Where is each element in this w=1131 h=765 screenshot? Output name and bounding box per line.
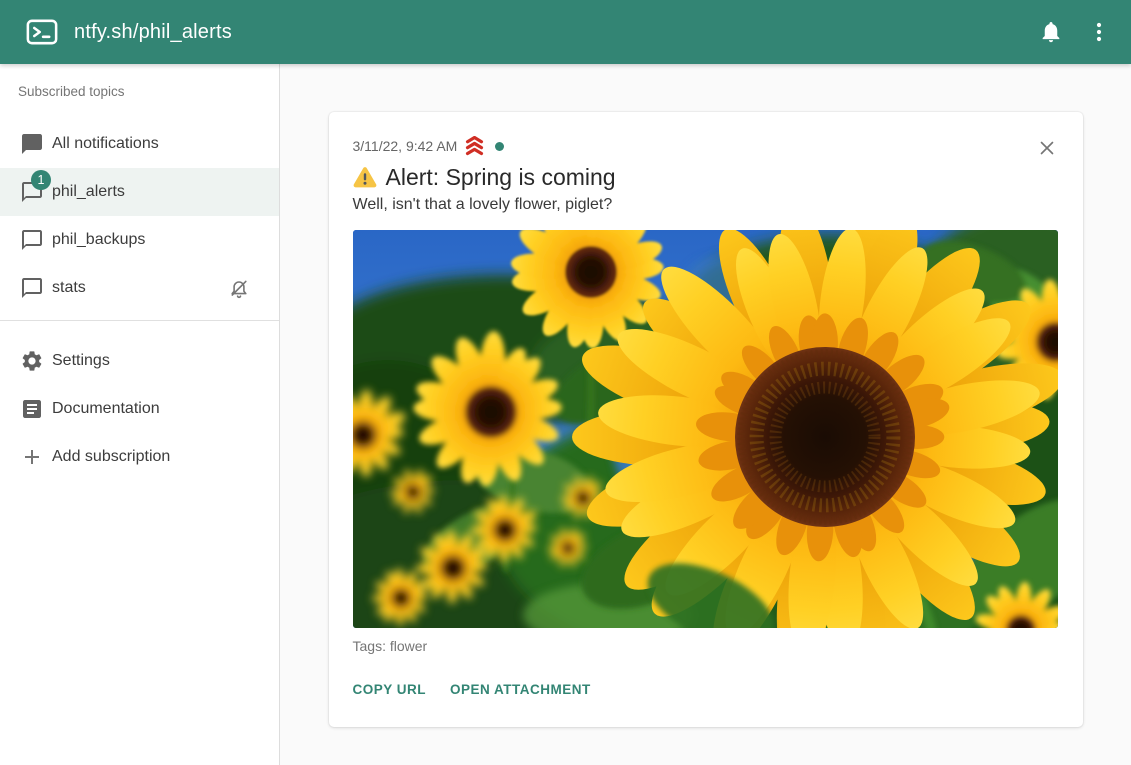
copy-url-button[interactable]: COPY URL — [345, 672, 435, 707]
topics-list: All notifications 1 phil_alerts — [0, 120, 279, 312]
sidebar-item-settings[interactable]: Settings — [0, 337, 279, 385]
notification-card: 3/11/22, 9:42 AM — [329, 112, 1083, 727]
priority-high-icon — [463, 136, 486, 156]
sidebar-item-phil-alerts[interactable]: 1 phil_alerts — [0, 168, 279, 216]
chat-bubble-outline-icon — [20, 228, 44, 252]
sunflower-photo — [353, 230, 1058, 628]
main-content: 3/11/22, 9:42 AM — [280, 64, 1131, 765]
chat-bubble-outline-icon — [20, 276, 44, 300]
sidebar-item-all-notifications[interactable]: All notifications — [0, 120, 279, 168]
unread-count-badge: 1 — [31, 170, 51, 190]
notification-actions: COPY URL OPEN ATTACHMENT — [345, 672, 1059, 707]
notification-body: Well, isn't that a lovely flower, piglet… — [353, 194, 1059, 216]
app-title: ntfy.sh/phil_alerts — [74, 21, 232, 44]
sidebar-item-label: Documentation — [52, 400, 160, 418]
bell-off-icon — [227, 276, 251, 300]
chat-bubble-filled-icon — [20, 132, 44, 156]
sidebar-item-label: stats — [52, 279, 86, 297]
sidebar-item-label: phil_backups — [52, 231, 145, 249]
bell-icon[interactable] — [1033, 14, 1069, 50]
open-attachment-button[interactable]: OPEN ATTACHMENT — [442, 672, 599, 707]
terminal-icon — [26, 16, 58, 48]
notification-tags: Tags: flower — [353, 636, 1059, 656]
subscribed-topics-label: Subscribed topics — [0, 64, 279, 120]
attachment-image[interactable] — [353, 230, 1058, 628]
plus-icon — [20, 445, 44, 469]
sidebar-item-label: Settings — [52, 352, 110, 370]
notification-meta: 3/11/22, 9:42 AM — [353, 136, 1059, 156]
notification-title-row: Alert: Spring is coming — [353, 162, 1059, 192]
close-icon[interactable] — [1035, 136, 1059, 160]
new-notification-dot — [495, 142, 504, 151]
sidebar-item-documentation[interactable]: Documentation — [0, 385, 279, 433]
notification-timestamp: 3/11/22, 9:42 AM — [353, 138, 458, 154]
sidebar-divider — [0, 320, 279, 321]
gear-icon — [20, 349, 44, 373]
sidebar-item-add-subscription[interactable]: Add subscription — [0, 433, 279, 481]
sidebar-item-label: phil_alerts — [52, 183, 125, 201]
sidebar-menu: Settings Documentation Add subscription — [0, 329, 279, 481]
appbar-actions — [1033, 14, 1117, 50]
sidebar-item-phil-backups[interactable]: phil_backups — [0, 216, 279, 264]
topic-icon-with-badge: 1 — [20, 180, 44, 204]
sidebar-item-label: All notifications — [52, 135, 159, 153]
sidebar: Subscribed topics All notifications — [0, 64, 280, 765]
sidebar-item-stats[interactable]: stats — [0, 264, 279, 312]
sidebar-item-label: Add subscription — [52, 448, 170, 466]
app-bar: ntfy.sh/phil_alerts — [0, 0, 1131, 64]
warning-icon — [353, 166, 377, 188]
kebab-menu-icon[interactable] — [1081, 14, 1117, 50]
document-icon — [20, 397, 44, 421]
notification-title: Alert: Spring is coming — [386, 164, 616, 191]
